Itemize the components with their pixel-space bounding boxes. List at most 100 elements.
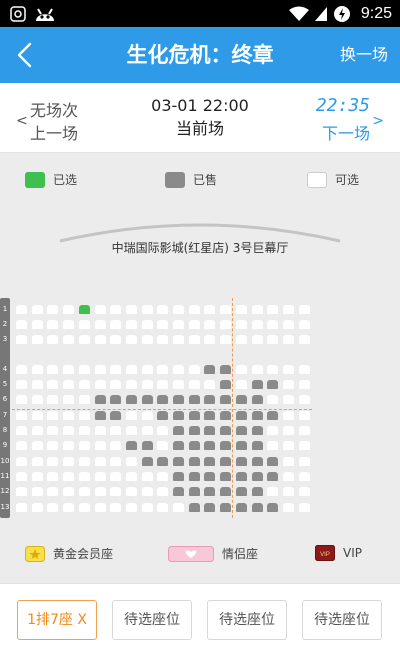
seat-available[interactable] [47, 335, 58, 344]
seat-available[interactable] [142, 380, 153, 389]
seat-available[interactable] [16, 305, 27, 314]
seat-available[interactable] [173, 335, 184, 344]
next-session-button[interactable]: 22:35 下一场 > [304, 95, 384, 143]
seat-available[interactable] [32, 441, 43, 450]
seat-available[interactable] [126, 457, 137, 466]
seat-available[interactable] [283, 472, 294, 481]
seat-available[interactable] [173, 365, 184, 374]
seat-available[interactable] [283, 503, 294, 512]
seat-available[interactable] [110, 426, 121, 435]
seat-available[interactable] [47, 411, 58, 420]
seat-available[interactable] [79, 487, 90, 496]
seat-available[interactable] [173, 320, 184, 329]
seat-available[interactable] [16, 380, 27, 389]
seat-available[interactable] [32, 472, 43, 481]
seat-available[interactable] [47, 441, 58, 450]
seat-available[interactable] [252, 320, 263, 329]
seat-available[interactable] [32, 335, 43, 344]
switch-session-button[interactable]: 换一场 [340, 27, 388, 83]
seat-slot-4[interactable]: 待选座位 [302, 600, 382, 640]
seat-available[interactable] [63, 320, 74, 329]
seat-selected[interactable] [79, 305, 90, 314]
seat-available[interactable] [236, 305, 247, 314]
seat-available[interactable] [47, 472, 58, 481]
seat-available[interactable] [126, 380, 137, 389]
seat-available[interactable] [63, 380, 74, 389]
seat-available[interactable] [63, 365, 74, 374]
seat-available[interactable] [126, 411, 137, 420]
seat-available[interactable] [299, 380, 310, 389]
seat-available[interactable] [95, 365, 106, 374]
seat-available[interactable] [79, 441, 90, 450]
seat-available[interactable] [142, 365, 153, 374]
seat-available[interactable] [47, 426, 58, 435]
seat-available[interactable] [16, 503, 27, 512]
seat-available[interactable] [252, 335, 263, 344]
seat-available[interactable] [110, 380, 121, 389]
seat-slot-3[interactable]: 待选座位 [207, 600, 287, 640]
seat-available[interactable] [283, 411, 294, 420]
seat-available[interactable] [299, 395, 310, 404]
seat-available[interactable] [32, 411, 43, 420]
seat-available[interactable] [47, 380, 58, 389]
seat-available[interactable] [16, 411, 27, 420]
seat-available[interactable] [110, 320, 121, 329]
seat-available[interactable] [142, 487, 153, 496]
seat-available[interactable] [110, 335, 121, 344]
seat-available[interactable] [47, 320, 58, 329]
seat-available[interactable] [142, 503, 153, 512]
seat-available[interactable] [157, 472, 168, 481]
seat-available[interactable] [32, 305, 43, 314]
seat-available[interactable] [283, 365, 294, 374]
seat-available[interactable] [142, 472, 153, 481]
seat-available[interactable] [157, 487, 168, 496]
seat-slot-2[interactable]: 待选座位 [112, 600, 192, 640]
back-button[interactable] [14, 41, 36, 69]
seat-available[interactable] [299, 365, 310, 374]
seat-available[interactable] [267, 320, 278, 329]
seat-available[interactable] [79, 457, 90, 466]
seat-available[interactable] [95, 487, 106, 496]
seat-available[interactable] [142, 411, 153, 420]
seat-available[interactable] [126, 365, 137, 374]
seat-available[interactable] [32, 365, 43, 374]
seat-available[interactable] [189, 365, 200, 374]
seat-available[interactable] [236, 365, 247, 374]
seat-available[interactable] [189, 305, 200, 314]
seat-available[interactable] [126, 487, 137, 496]
seat-available[interactable] [157, 441, 168, 450]
seat-available[interactable] [32, 426, 43, 435]
seat-available[interactable] [47, 487, 58, 496]
seat-available[interactable] [32, 395, 43, 404]
seat-available[interactable] [79, 503, 90, 512]
seat-available[interactable] [16, 426, 27, 435]
seat-available[interactable] [204, 320, 215, 329]
selected-seat-slot-1[interactable]: 1排7座 X [17, 600, 97, 640]
seat-available[interactable] [236, 320, 247, 329]
seat-available[interactable] [47, 503, 58, 512]
seat-available[interactable] [267, 395, 278, 404]
seat-available[interactable] [299, 411, 310, 420]
seat-available[interactable] [157, 503, 168, 512]
previous-session-button[interactable]: < 无场次 上一场 [16, 95, 96, 143]
seat-available[interactable] [299, 305, 310, 314]
seat-available[interactable] [47, 395, 58, 404]
seat-available[interactable] [32, 503, 43, 512]
seat-available[interactable] [95, 503, 106, 512]
seat-available[interactable] [142, 335, 153, 344]
seat-map[interactable]: 1 2 3 4 5 6 7 8 9 10 11 12 13 [0, 298, 400, 518]
seat-available[interactable] [283, 395, 294, 404]
seat-available[interactable] [173, 305, 184, 314]
seat-available[interactable] [173, 380, 184, 389]
seat-available[interactable] [299, 320, 310, 329]
seat-available[interactable] [157, 380, 168, 389]
seat-available[interactable] [283, 441, 294, 450]
seat-available[interactable] [110, 472, 121, 481]
seat-available[interactable] [63, 305, 74, 314]
seat-available[interactable] [299, 503, 310, 512]
seat-available[interactable] [189, 335, 200, 344]
seat-available[interactable] [95, 457, 106, 466]
seat-available[interactable] [79, 365, 90, 374]
seat-available[interactable] [63, 411, 74, 420]
seat-available[interactable] [16, 365, 27, 374]
